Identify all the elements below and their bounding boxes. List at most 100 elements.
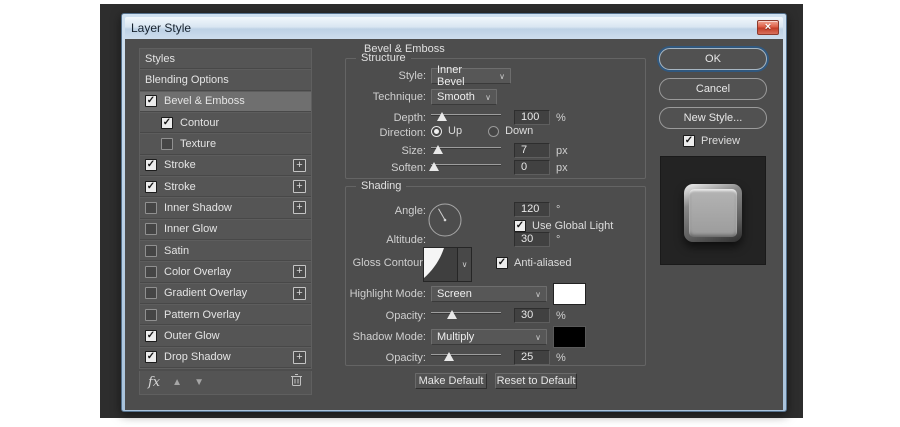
depth-slider-thumb[interactable] — [437, 112, 447, 121]
effect-checkbox[interactable] — [145, 181, 157, 193]
anti-aliased-label: Anti-aliased — [514, 257, 571, 269]
direction-down-radio[interactable] — [488, 126, 499, 137]
soften-slider-thumb[interactable] — [429, 162, 439, 171]
arrow-down-icon[interactable]: ▼ — [194, 377, 204, 388]
soften-input[interactable]: 0 — [514, 160, 550, 175]
sidebar-item-color-overlay[interactable]: Color Overlay+ — [140, 261, 311, 282]
highlight-opacity-slider[interactable] — [431, 308, 501, 320]
effect-checkbox[interactable] — [145, 223, 157, 235]
size-label: Size: — [346, 145, 426, 157]
dialog-titlebar[interactable]: Layer Style × — [125, 17, 783, 39]
highlight-mode-dropdown[interactable]: Screen ∨ — [431, 286, 547, 302]
sidebar-item-contour[interactable]: Contour — [140, 112, 311, 133]
effect-checkbox[interactable] — [161, 117, 173, 129]
ok-button[interactable]: OK — [659, 48, 767, 70]
highlight-opacity-input[interactable]: 30 — [514, 308, 550, 323]
sidebar-item-stroke[interactable]: Stroke+ — [140, 155, 311, 176]
sidebar-item-styles[interactable]: Styles — [140, 49, 311, 69]
shadow-opacity-slider[interactable] — [431, 350, 501, 362]
contour-thumbnail[interactable] — [423, 247, 458, 282]
gloss-contour-picker[interactable]: ∨ — [423, 247, 472, 282]
effect-checkbox[interactable] — [145, 266, 157, 278]
effect-checkbox[interactable] — [145, 159, 157, 171]
sidebar-item-label: Outer Glow — [164, 330, 306, 342]
size-input[interactable]: 7 — [514, 143, 550, 158]
depth-slider[interactable] — [431, 110, 501, 122]
reset-to-default-button[interactable]: Reset to Default — [495, 373, 577, 389]
use-global-light-label: Use Global Light — [532, 220, 613, 232]
effect-checkbox[interactable] — [145, 202, 157, 214]
altitude-input[interactable]: 30 — [514, 232, 550, 247]
sidebar-item-satin[interactable]: Satin — [140, 240, 311, 261]
preview-bevel-face — [689, 189, 737, 237]
sidebar-item-blending-options[interactable]: Blending Options — [140, 69, 311, 90]
shading-group: Shading Angle: 120 ° Use Global Light Al… — [345, 186, 646, 366]
sidebar-item-drop-shadow[interactable]: Drop Shadow + — [140, 347, 311, 368]
shadow-opacity-thumb[interactable] — [444, 352, 454, 361]
sidebar-item-label: Drop Shadow — [164, 351, 286, 363]
contour-dropdown-arrow[interactable]: ∨ — [458, 247, 472, 282]
sidebar-item-outer-glow[interactable]: Outer Glow — [140, 325, 311, 346]
effect-checkbox[interactable] — [145, 287, 157, 299]
shadow-mode-label: Shadow Mode: — [346, 331, 426, 343]
sidebar-item-gradient-overlay[interactable]: Gradient Overlay+ — [140, 283, 311, 304]
add-effect-button[interactable]: + — [293, 351, 306, 364]
size-slider-thumb[interactable] — [433, 145, 443, 154]
sidebar-item-bevel-emboss[interactable]: Bevel & Emboss — [140, 91, 311, 112]
use-global-light-checkbox[interactable] — [514, 220, 526, 232]
new-style-button[interactable]: New Style... — [659, 107, 767, 129]
sidebar-item-label: Inner Shadow — [164, 202, 286, 214]
effect-checkbox[interactable] — [145, 351, 157, 363]
close-button[interactable]: × — [757, 20, 779, 35]
technique-dropdown[interactable]: Smooth ∨ — [431, 89, 497, 105]
sidebar-item-label: Styles — [145, 53, 306, 65]
depth-label: Depth: — [346, 112, 426, 124]
sidebar-item-stroke[interactable]: Stroke+ — [140, 176, 311, 197]
cancel-button[interactable]: Cancel — [659, 78, 767, 100]
sidebar-item-inner-glow[interactable]: Inner Glow — [140, 219, 311, 240]
direction-up-radio[interactable] — [431, 126, 442, 137]
preview-bevel-square — [684, 184, 742, 242]
style-dropdown[interactable]: Inner Bevel ∨ — [431, 68, 511, 84]
effect-checkbox[interactable] — [145, 245, 157, 257]
highlight-opacity-thumb[interactable] — [447, 310, 457, 319]
angle-input[interactable]: 120 — [514, 202, 550, 217]
sidebar-item-pattern-overlay[interactable]: Pattern Overlay — [140, 304, 311, 325]
arrow-up-icon[interactable]: ▲ — [172, 377, 182, 388]
depth-input[interactable]: 100 — [514, 110, 550, 125]
angle-label: Angle: — [346, 205, 426, 217]
sidebar-item-inner-shadow[interactable]: Inner Shadow + — [140, 197, 311, 218]
style-value: Inner Bevel — [437, 64, 491, 88]
add-effect-button[interactable]: + — [293, 180, 306, 193]
add-effect-button[interactable]: + — [293, 287, 306, 300]
anti-aliased-row: Anti-aliased — [496, 257, 571, 269]
effect-checkbox[interactable] — [145, 309, 157, 321]
shadow-mode-dropdown[interactable]: Multiply ∨ — [431, 329, 547, 345]
fx-icon[interactable]: fx — [148, 375, 160, 390]
sidebar-item-label: Contour — [180, 117, 306, 129]
shadow-opacity-input[interactable]: 25 — [514, 350, 550, 365]
add-effect-button[interactable]: + — [293, 265, 306, 278]
size-slider[interactable] — [431, 143, 501, 155]
preview-checkbox[interactable] — [683, 135, 695, 147]
highlight-opacity-label: Opacity: — [346, 310, 426, 322]
effect-checkbox[interactable] — [161, 138, 173, 150]
anti-aliased-checkbox[interactable] — [496, 257, 508, 269]
highlight-color-swatch[interactable] — [553, 283, 586, 305]
soften-slider[interactable] — [431, 160, 501, 172]
sidebar-item-texture[interactable]: Texture — [140, 133, 311, 154]
direction-down-label: Down — [505, 125, 533, 137]
add-effect-button[interactable]: + — [293, 201, 306, 214]
angle-dial[interactable] — [427, 202, 463, 238]
page-background: Layer Style × Styles Blending Options Beve… — [0, 0, 900, 427]
shading-legend: Shading — [356, 180, 406, 192]
make-default-button[interactable]: Make Default — [415, 373, 487, 389]
trash-icon[interactable] — [290, 373, 303, 392]
effect-checkbox[interactable] — [145, 95, 157, 107]
shadow-color-swatch[interactable] — [553, 326, 586, 348]
effect-checkbox[interactable] — [145, 330, 157, 342]
sidebar-item-label: Bevel & Emboss — [164, 95, 306, 107]
technique-value: Smooth — [437, 91, 475, 103]
soften-unit: px — [556, 162, 568, 174]
add-effect-button[interactable]: + — [293, 159, 306, 172]
